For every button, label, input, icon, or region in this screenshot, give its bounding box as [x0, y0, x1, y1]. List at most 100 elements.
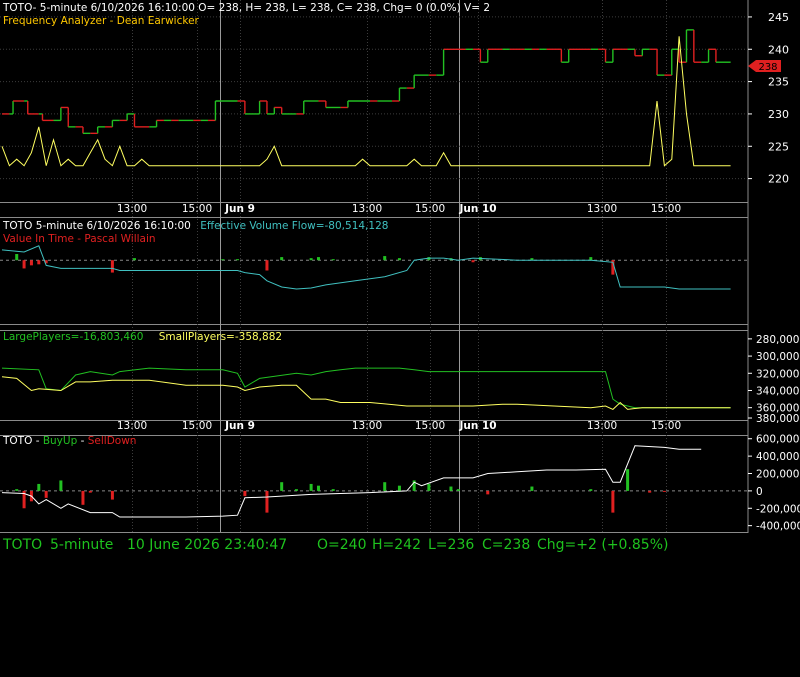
status-open: O=240: [317, 537, 367, 553]
volume-flow-bar: [309, 258, 313, 261]
volume-flow-indicator: Effective Volume Flow=-80,514,128: [200, 220, 388, 232]
buyup-title: TOTO - BuyUp - SellDown: [2, 435, 136, 447]
players-y-tick-label: 320,000: [756, 368, 799, 380]
small-players-label: SmallPlayers=-358,882: [159, 331, 282, 343]
buyup-bar: [294, 489, 298, 491]
volume-flow-bar: [22, 260, 26, 269]
price-y-tick-label: 220: [768, 173, 789, 186]
players-y-tick-label: 300,000: [756, 351, 799, 363]
players-y-tick-label: 280,000: [756, 334, 799, 346]
status-symbol: TOTO: [3, 537, 43, 553]
players-header: LargePlayers=-16,803,460 SmallPlayers=-3…: [3, 331, 282, 343]
buyup-title-dash: -: [81, 435, 85, 447]
price-panel-header: TOTO- 5-minute 6/10/2026 16:10:00 O= 238…: [2, 2, 490, 14]
time-axis-label: 13:00: [587, 420, 617, 432]
price-panel-subtitle: Frequency Analyzer - Dean Earwicker: [3, 15, 200, 27]
buyup-bar: [611, 490, 615, 513]
time-axis-label: 13:00: [117, 420, 147, 432]
volume-flow-bar: [331, 259, 335, 261]
buyup-bar: [243, 490, 247, 497]
buyup-y-tick-label: -400,000: [756, 521, 800, 533]
time-axis-label: 15:00: [651, 203, 681, 215]
time-axis-label: Jun 9: [224, 203, 255, 215]
buyup-bar: [265, 490, 269, 513]
volume-flow-bar: [37, 260, 41, 265]
volume-flow-bar: [383, 256, 387, 261]
price-y-tick-label: 225: [768, 140, 789, 153]
chart-background: [0, 0, 800, 562]
volume-flow-bar: [397, 258, 401, 261]
time-axis-label: Jun 9: [224, 420, 255, 432]
status-interval: 5-minute: [50, 537, 114, 553]
buyup-bar: [44, 490, 48, 498]
price-tag-label: 238: [758, 62, 777, 73]
buyup-bar: [88, 490, 92, 493]
volume-flow-bar: [110, 260, 114, 273]
buyup-bar: [331, 489, 335, 491]
buyup-bar: [110, 490, 114, 500]
price-y-tick-label: 235: [768, 76, 789, 89]
buyup-bar: [648, 490, 652, 493]
time-axis-label: 15:00: [182, 203, 212, 215]
volume-flow-subtitle: Value In Time - Pascal Willain: [3, 233, 156, 245]
volume-flow-bar: [316, 257, 320, 261]
status-change: Chg=+2 (+0.85%): [537, 537, 669, 553]
large-players-label: LargePlayers=-16,803,460: [3, 331, 143, 343]
status-bar: TOTO 5-minute 10 June 2026 23:40:47 O=24…: [0, 533, 800, 562]
time-axis-label: 15:00: [651, 420, 681, 432]
buyup-bar: [15, 489, 19, 491]
price-y-tick-label: 230: [768, 108, 789, 121]
buyup-bar: [427, 483, 431, 491]
volume-flow-bar: [236, 259, 240, 261]
buyup-bar: [530, 486, 534, 491]
players-y-tick-label: 340,000: [756, 385, 799, 397]
time-axis-label: 13:00: [117, 203, 147, 215]
status-datetime: 10 June 2026 23:40:47: [127, 537, 288, 553]
price-y-tick-label: 245: [768, 11, 789, 24]
status-high: H=242: [372, 537, 421, 553]
time-axis-label: Jun 10: [458, 420, 496, 432]
volume-flow-bar: [471, 260, 475, 263]
players-y-tick-label: 380,000: [756, 413, 799, 425]
time-axis-label: Jun 10: [458, 203, 496, 215]
buyup-bar: [456, 489, 460, 491]
time-axis-label: 13:00: [587, 203, 617, 215]
buyup-y-tick-label: 600,000: [756, 434, 799, 446]
price-y-tick-label: 240: [768, 43, 789, 56]
buyup-bar: [59, 480, 63, 491]
time-axis-label: 15:00: [415, 203, 445, 215]
volume-flow-bar: [221, 259, 225, 261]
buyup-bar: [37, 483, 41, 491]
buyup-bar: [486, 490, 490, 495]
volume-flow-bar: [265, 260, 269, 271]
time-axis-label: 15:00: [415, 420, 445, 432]
time-axis-label: 15:00: [182, 420, 212, 432]
buyup-title-selldown: SellDown: [88, 435, 137, 447]
time-axis-label: 13:00: [352, 203, 382, 215]
status-close: C=238: [482, 537, 531, 553]
buyup-title-prefix: TOTO -: [2, 435, 43, 447]
buyup-bar: [626, 469, 630, 491]
time-axis-label: 13:00: [352, 420, 382, 432]
buyup-bar: [280, 482, 284, 491]
buyup-bar: [316, 485, 320, 491]
buyup-bar: [589, 489, 593, 491]
buyup-y-tick-label: 400,000: [756, 451, 799, 463]
volume-flow-bar: [15, 254, 19, 261]
volume-flow-bar: [132, 258, 136, 261]
buyup-y-tick-label: 0: [756, 486, 763, 498]
chart-root: TOTO- 5-minute 6/10/2026 16:10:00 O= 238…: [0, 0, 800, 562]
volume-flow-bar: [29, 260, 33, 266]
buyup-bar: [397, 485, 401, 491]
buyup-bar: [81, 490, 85, 505]
buyup-bar: [383, 482, 387, 491]
buyup-bar: [309, 483, 313, 491]
status-low: L=236: [428, 537, 475, 553]
buyup-bar: [662, 490, 666, 492]
buyup-bar: [449, 486, 453, 491]
buyup-y-tick-label: -200,000: [756, 503, 800, 515]
volume-flow-bar: [280, 257, 284, 261]
buyup-y-tick-label: 200,000: [756, 469, 799, 481]
volume-flow-header-prefix: TOTO 5-minute 6/10/2026 16:10:00: [2, 220, 191, 232]
buyup-title-buyup: BuyUp: [43, 435, 78, 447]
